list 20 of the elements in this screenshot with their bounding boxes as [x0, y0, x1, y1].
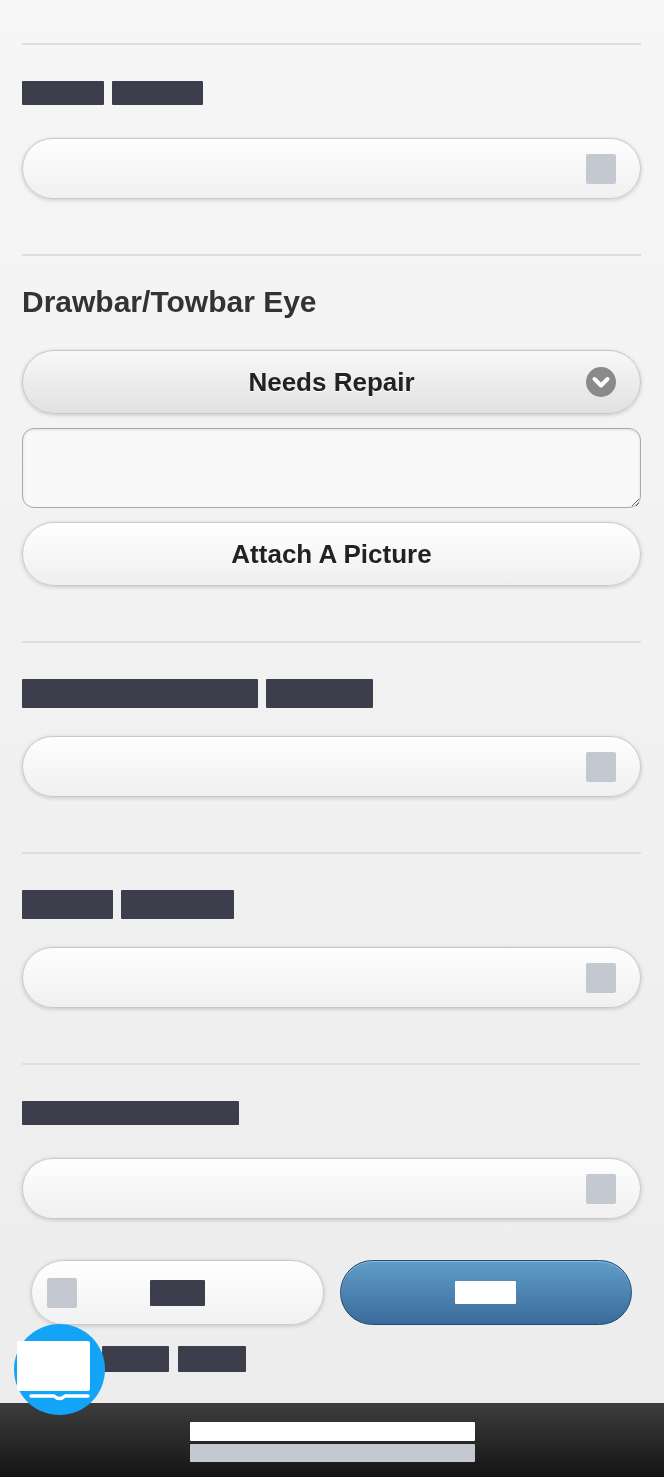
redacted-text [455, 1281, 517, 1304]
secondary-button[interactable] [31, 1260, 324, 1325]
attach-picture-button[interactable]: Attach A Picture [22, 522, 641, 586]
redacted-icon [586, 153, 616, 184]
laptop-icon[interactable] [14, 1324, 105, 1415]
redacted-text [102, 1346, 169, 1372]
redacted-icon [586, 751, 616, 782]
select-field[interactable] [22, 736, 641, 797]
select-field[interactable] [22, 1158, 641, 1219]
redacted-icon [586, 962, 616, 993]
redacted-text [149, 1279, 205, 1306]
select-field[interactable] [22, 138, 641, 199]
select-field[interactable] [22, 947, 641, 1008]
redacted-text [178, 1346, 246, 1372]
section-title: Drawbar/Towbar Eye [22, 284, 318, 320]
notes-field[interactable] [22, 428, 641, 508]
redacted-icon [47, 1277, 77, 1308]
status-dropdown[interactable]: Needs Repair [22, 350, 641, 414]
redacted-icon [586, 1173, 616, 1204]
chevron-down-icon [586, 367, 616, 397]
